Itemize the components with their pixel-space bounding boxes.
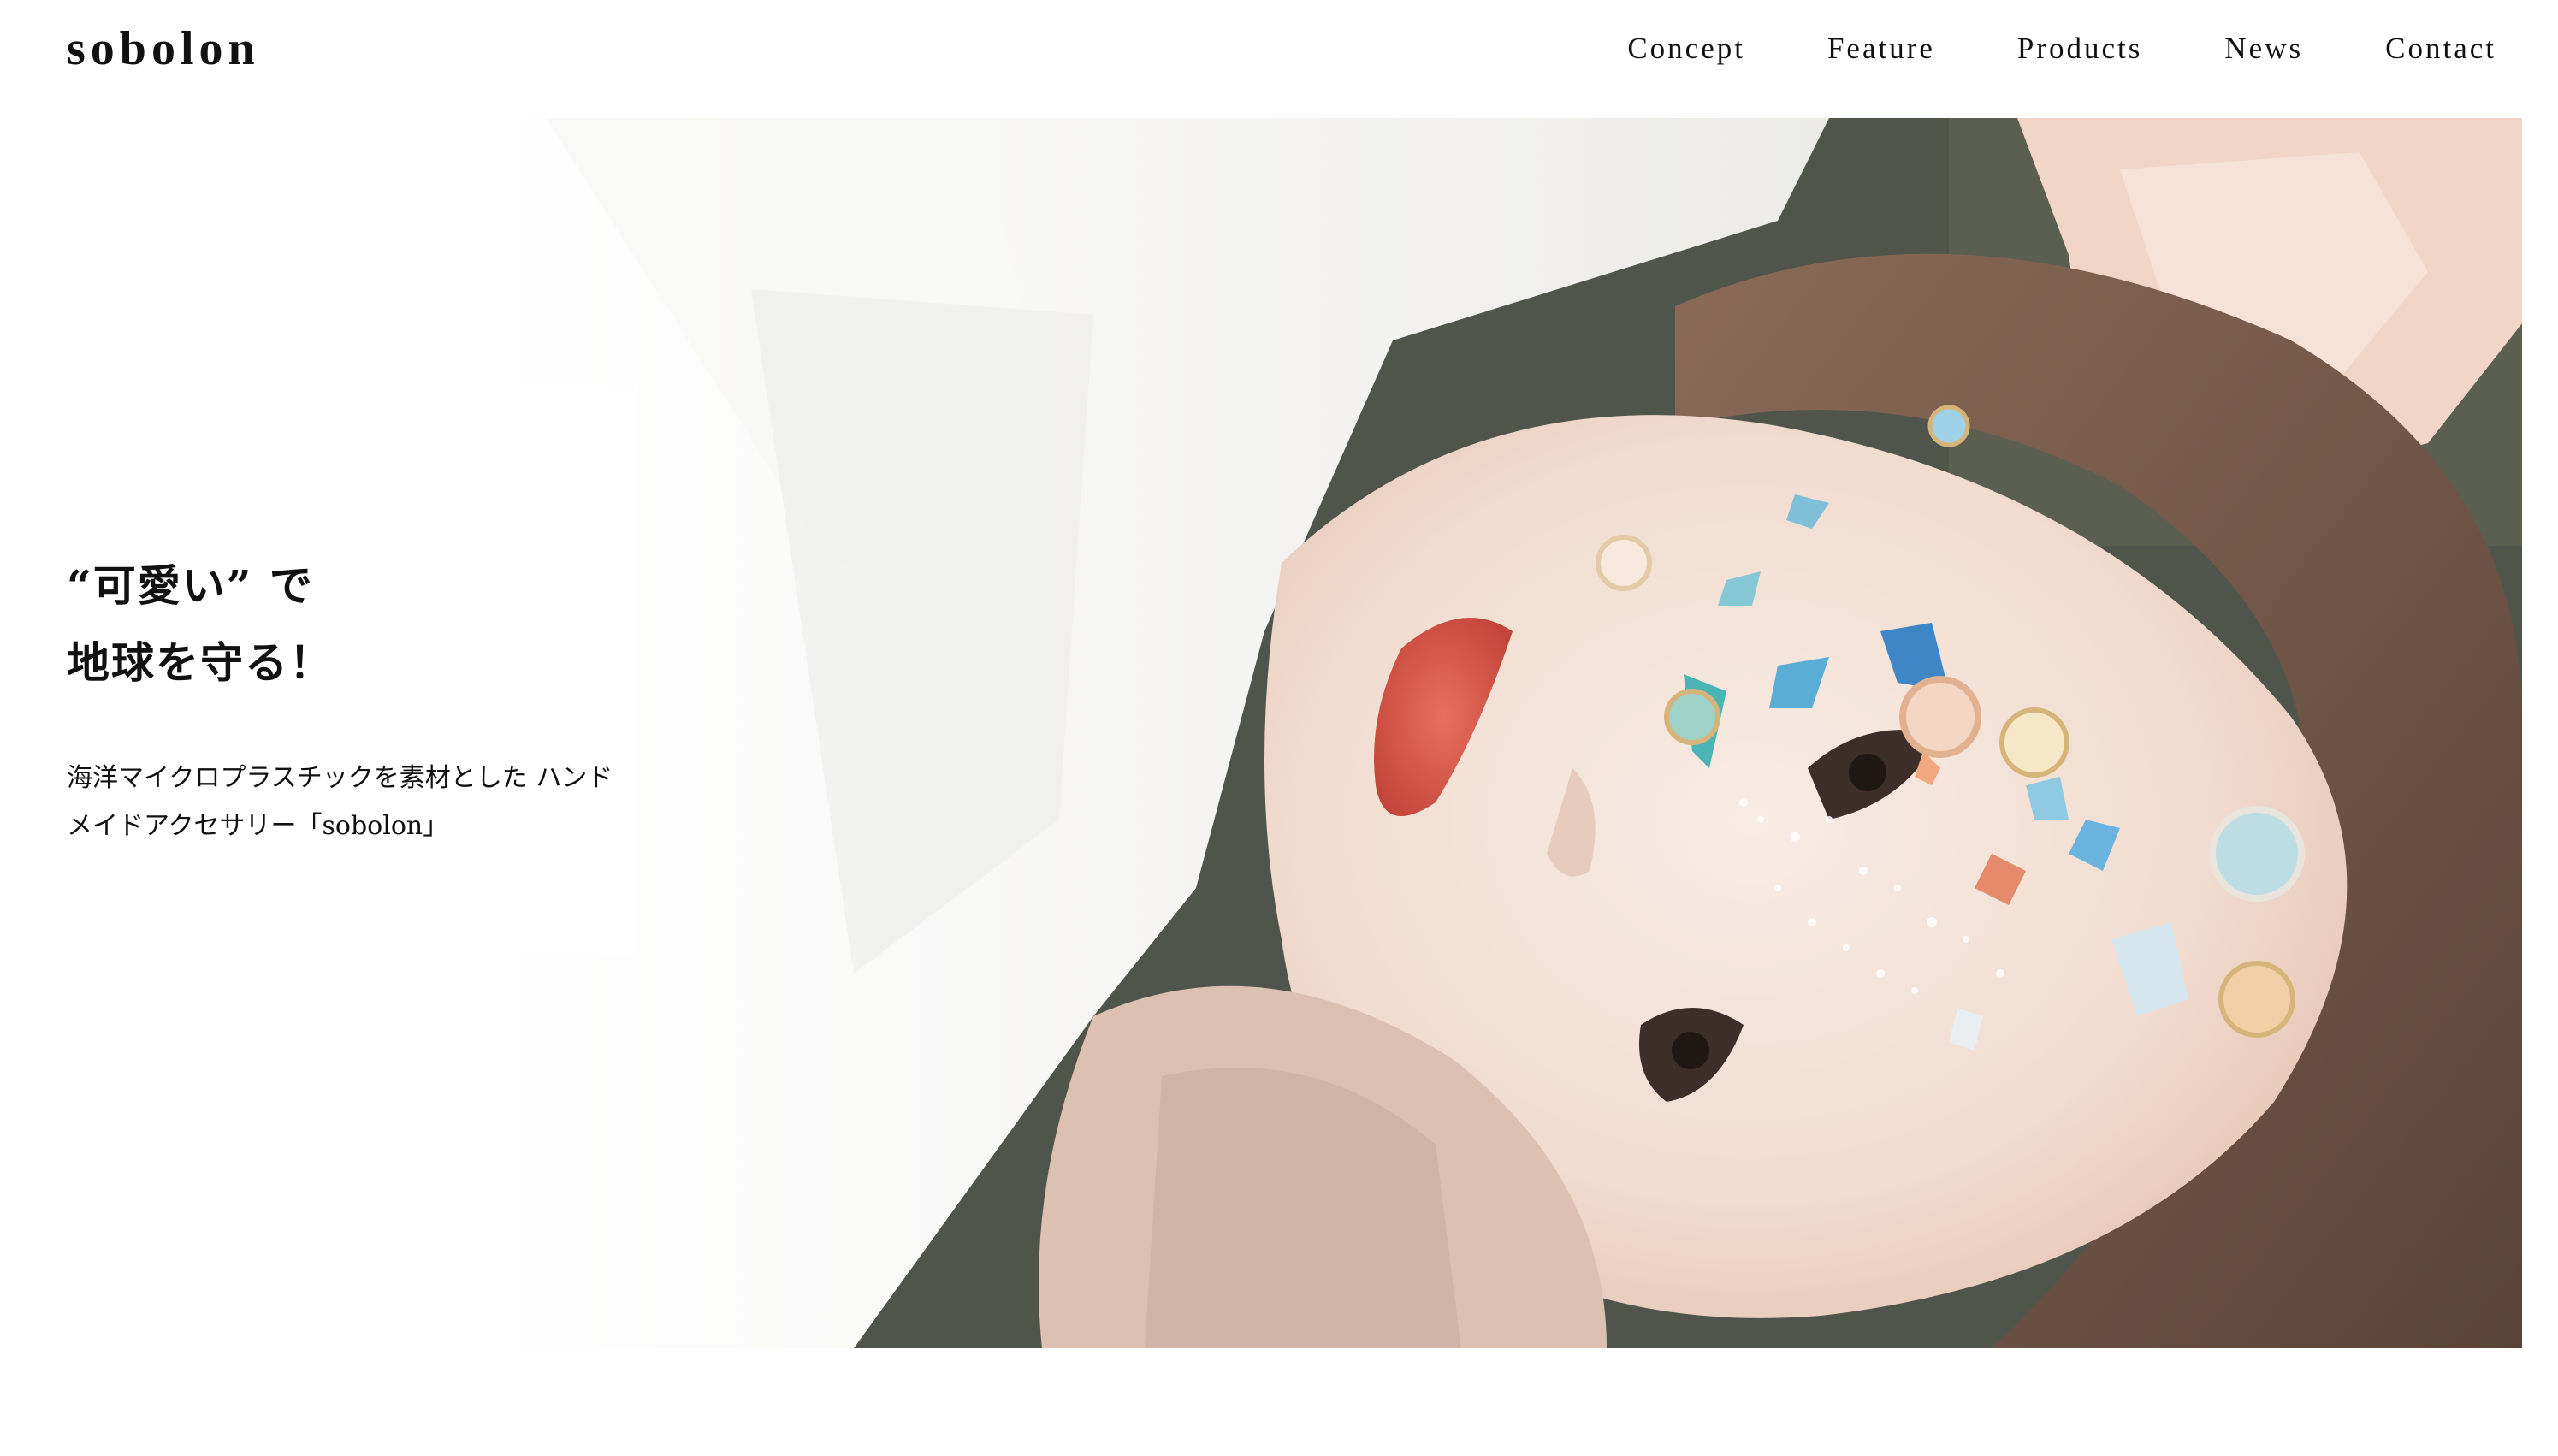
page: sobolon Concept Feature Products News Co… (0, 0, 2558, 1456)
main-nav: Concept Feature Products News Contact (1627, 19, 2496, 79)
nav-contact[interactable]: Contact (2385, 32, 2496, 66)
hero-headline-line1: “可愛い” で (67, 560, 314, 611)
hero-headline: “可愛い” で 地球を守る！ (67, 547, 648, 701)
nav-news[interactable]: News (2224, 32, 2303, 66)
nav-products[interactable]: Products (2017, 32, 2143, 66)
hero-headline-line2: 地球を守る！ (67, 637, 334, 688)
hero-text: “可愛い” で 地球を守る！ 海洋マイクロプラスチックを素材とした ハンドメイド… (67, 547, 648, 850)
hero-image (494, 118, 2522, 1348)
site-logo[interactable]: sobolon (67, 19, 260, 79)
hero-description: 海洋マイクロプラスチックを素材とした ハンドメイドアクセサリー「sobolon」 (67, 763, 613, 841)
nav-feature[interactable]: Feature (1827, 32, 1935, 66)
nav-concept[interactable]: Concept (1627, 32, 1745, 66)
